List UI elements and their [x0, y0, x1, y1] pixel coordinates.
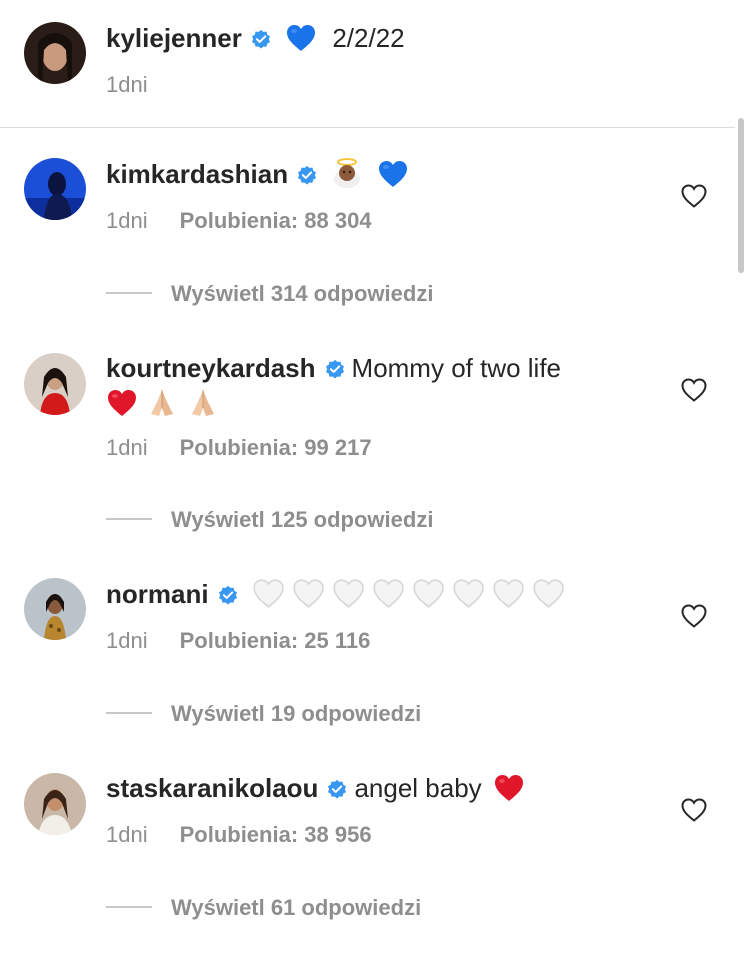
comment-likes[interactable]: Polubienia: 88 304: [180, 208, 372, 233]
caption-divider: [0, 127, 735, 128]
view-replies-button[interactable]: Wyświetl 19 odpowiedzi: [106, 700, 421, 728]
avatar-normani[interactable]: [24, 578, 86, 640]
avatar-kourtneykardash[interactable]: [24, 353, 86, 415]
comment-likes[interactable]: Polubienia: 99 217: [180, 435, 372, 460]
like-heart-icon[interactable]: [680, 797, 708, 823]
view-replies-button[interactable]: Wyświetl 125 odpowiedzi: [106, 506, 433, 534]
avatar-kimkardashian[interactable]: [24, 158, 86, 220]
verified-badge-icon: [326, 778, 348, 800]
like-heart-icon[interactable]: [680, 603, 708, 629]
avatar-kyliejenner[interactable]: [24, 22, 86, 84]
scrollbar[interactable]: [738, 118, 744, 273]
white-heart-emoji: [532, 578, 565, 609]
folded-hands-emoji: [186, 386, 220, 418]
replies-dash: [106, 292, 152, 294]
like-heart-icon[interactable]: [680, 377, 708, 403]
verified-badge-icon: [324, 358, 346, 380]
comment-username[interactable]: kourtneykardash: [106, 353, 316, 383]
red-heart-emoji: [106, 388, 138, 418]
verified-badge-icon: [296, 164, 318, 186]
white-heart-emoji: [252, 578, 285, 609]
caption-text: 2/2/22: [332, 23, 405, 53]
blue-heart-emoji: [285, 23, 317, 53]
comment-username[interactable]: kimkardashian: [106, 159, 288, 189]
baby-angel-emoji: [331, 157, 363, 189]
comment-username[interactable]: staskaranikolaou: [106, 773, 318, 803]
replies-dash: [106, 712, 152, 714]
white-hearts-group: [252, 579, 572, 609]
replies-dash: [106, 518, 152, 520]
verified-badge-icon: [250, 28, 272, 50]
avatar-staskaranikolaou[interactable]: [24, 773, 86, 835]
white-heart-emoji: [372, 578, 405, 609]
red-heart-emoji: [493, 773, 525, 803]
white-heart-emoji: [452, 578, 485, 609]
replies-dash: [106, 906, 152, 908]
white-heart-emoji: [492, 578, 525, 609]
comment-text: Mommy of two life: [351, 353, 562, 383]
folded-hands-emoji: [145, 386, 179, 418]
comment-text: angel baby: [354, 773, 482, 803]
caption-username[interactable]: kyliejenner: [106, 23, 242, 53]
white-heart-emoji: [292, 578, 325, 609]
comment-time[interactable]: 1dni: [106, 435, 148, 460]
white-heart-emoji: [332, 578, 365, 609]
like-heart-icon[interactable]: [680, 183, 708, 209]
verified-badge-icon: [217, 584, 239, 606]
comment-username[interactable]: normani: [106, 579, 209, 609]
view-replies-button[interactable]: Wyświetl 314 odpowiedzi: [106, 280, 433, 308]
comment-time[interactable]: 1dni: [106, 208, 148, 233]
blue-heart-emoji: [377, 159, 409, 189]
white-heart-emoji: [412, 578, 445, 609]
comment-time[interactable]: 1dni: [106, 628, 148, 653]
comment-time[interactable]: 1dni: [106, 822, 148, 847]
view-replies-button[interactable]: Wyświetl 61 odpowiedzi: [106, 894, 421, 922]
caption-time[interactable]: 1dni: [106, 72, 148, 97]
comment-likes[interactable]: Polubienia: 38 956: [180, 822, 372, 847]
post-caption: kyliejenner 2/2/22 1dni: [0, 0, 750, 128]
comment-likes[interactable]: Polubienia: 25 116: [180, 628, 371, 653]
